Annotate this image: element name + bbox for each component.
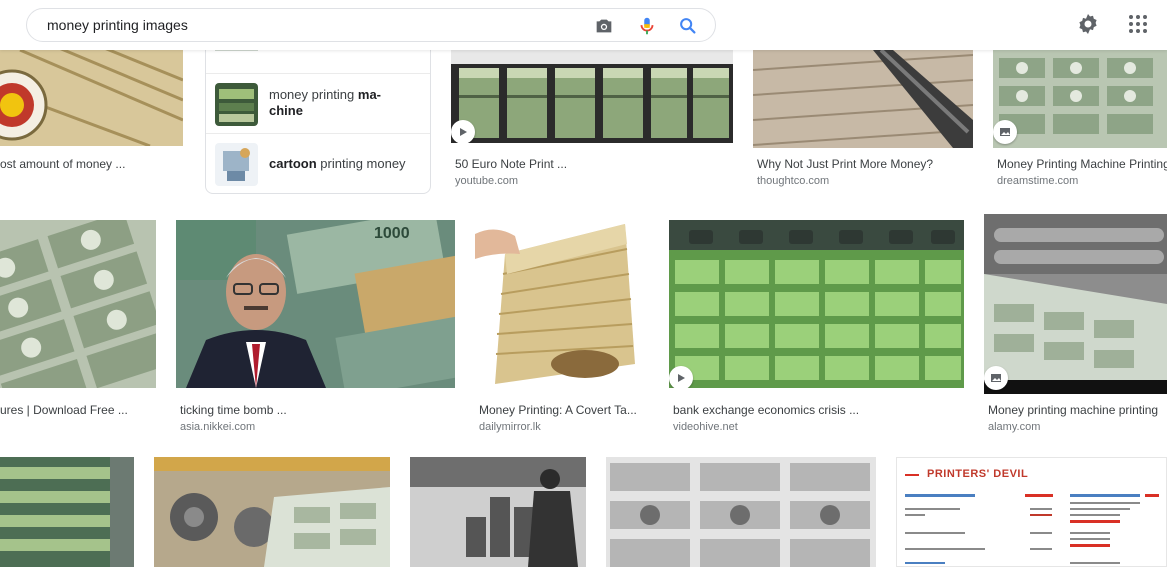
red-rule (905, 474, 919, 476)
result-thumbnail[interactable] (410, 457, 586, 567)
result-thumbnail[interactable] (451, 50, 733, 143)
top-bar (0, 0, 1167, 50)
video-badge (669, 366, 693, 388)
result-caption[interactable]: bank exchange economics crisis ... (673, 403, 963, 417)
result-thumbnail[interactable] (0, 457, 134, 567)
result-caption[interactable]: Money Printing: A Covert Ta... (479, 403, 643, 417)
settings-gear-icon[interactable] (1076, 12, 1100, 36)
camera-icon[interactable] (593, 15, 615, 37)
result-thumbnail[interactable] (753, 50, 973, 148)
result-caption[interactable]: Money printing machine printing (988, 403, 1167, 417)
result-thumbnail[interactable] (984, 214, 1167, 394)
result-thumbnail[interactable]: 1000 (176, 220, 455, 388)
related-search-item[interactable]: money printing ma-chine (206, 73, 430, 133)
related-search-label: cartoon printing money (269, 156, 406, 171)
result-source[interactable]: dreamstime.com (997, 175, 1078, 187)
result-thumbnail[interactable] (606, 457, 876, 567)
result-thumbnail[interactable]: PRINTERS' DEVIL (896, 457, 1167, 567)
result-caption[interactable]: Money Printing Machine Printing (997, 157, 1167, 171)
result-source[interactable]: videohive.net (673, 421, 738, 433)
result-thumbnail[interactable] (154, 457, 390, 567)
search-icon[interactable] (677, 15, 699, 37)
play-icon (460, 128, 467, 136)
result-caption[interactable]: ures | Download Free ... (0, 403, 156, 417)
related-thumbnail (215, 143, 258, 186)
result-source[interactable]: youtube.com (455, 175, 518, 187)
result-caption[interactable]: ticking time bomb ... (180, 403, 450, 417)
thumbnail-heading: PRINTERS' DEVIL (927, 468, 1029, 480)
search-box[interactable] (26, 8, 716, 42)
result-source[interactable]: dailymirror.lk (479, 421, 541, 433)
banknote-text: 1000 (374, 225, 410, 242)
result-source[interactable]: asia.nikkei.com (180, 421, 255, 433)
result-source[interactable]: thoughtco.com (757, 175, 829, 187)
image-icon (991, 374, 1001, 382)
related-search-item[interactable]: cartoon printing money (206, 133, 430, 193)
result-thumbnail[interactable] (0, 50, 183, 146)
related-thumbnail (215, 83, 258, 126)
image-icon (1000, 128, 1010, 136)
play-icon (678, 374, 685, 382)
video-badge (451, 120, 475, 143)
result-caption[interactable]: 50 Euro Note Print ... (455, 157, 725, 171)
image-badge (993, 120, 1017, 144)
result-caption[interactable]: Why Not Just Print More Money? (757, 157, 977, 171)
microphone-icon[interactable] (636, 15, 658, 37)
result-thumbnail[interactable] (0, 220, 156, 388)
search-input[interactable] (47, 17, 587, 33)
result-thumbnail[interactable] (993, 50, 1167, 148)
result-thumbnail[interactable] (669, 220, 964, 388)
apps-grid-icon[interactable] (1126, 12, 1150, 36)
result-source[interactable]: alamy.com (988, 421, 1040, 433)
result-thumbnail[interactable] (475, 214, 649, 394)
related-searches-panel: money printing ma-chine cartoon printing… (205, 32, 431, 194)
result-caption[interactable]: ost amount of money ... (0, 157, 180, 171)
image-badge (984, 366, 1008, 390)
related-search-label: money printing ma-chine (269, 87, 382, 118)
